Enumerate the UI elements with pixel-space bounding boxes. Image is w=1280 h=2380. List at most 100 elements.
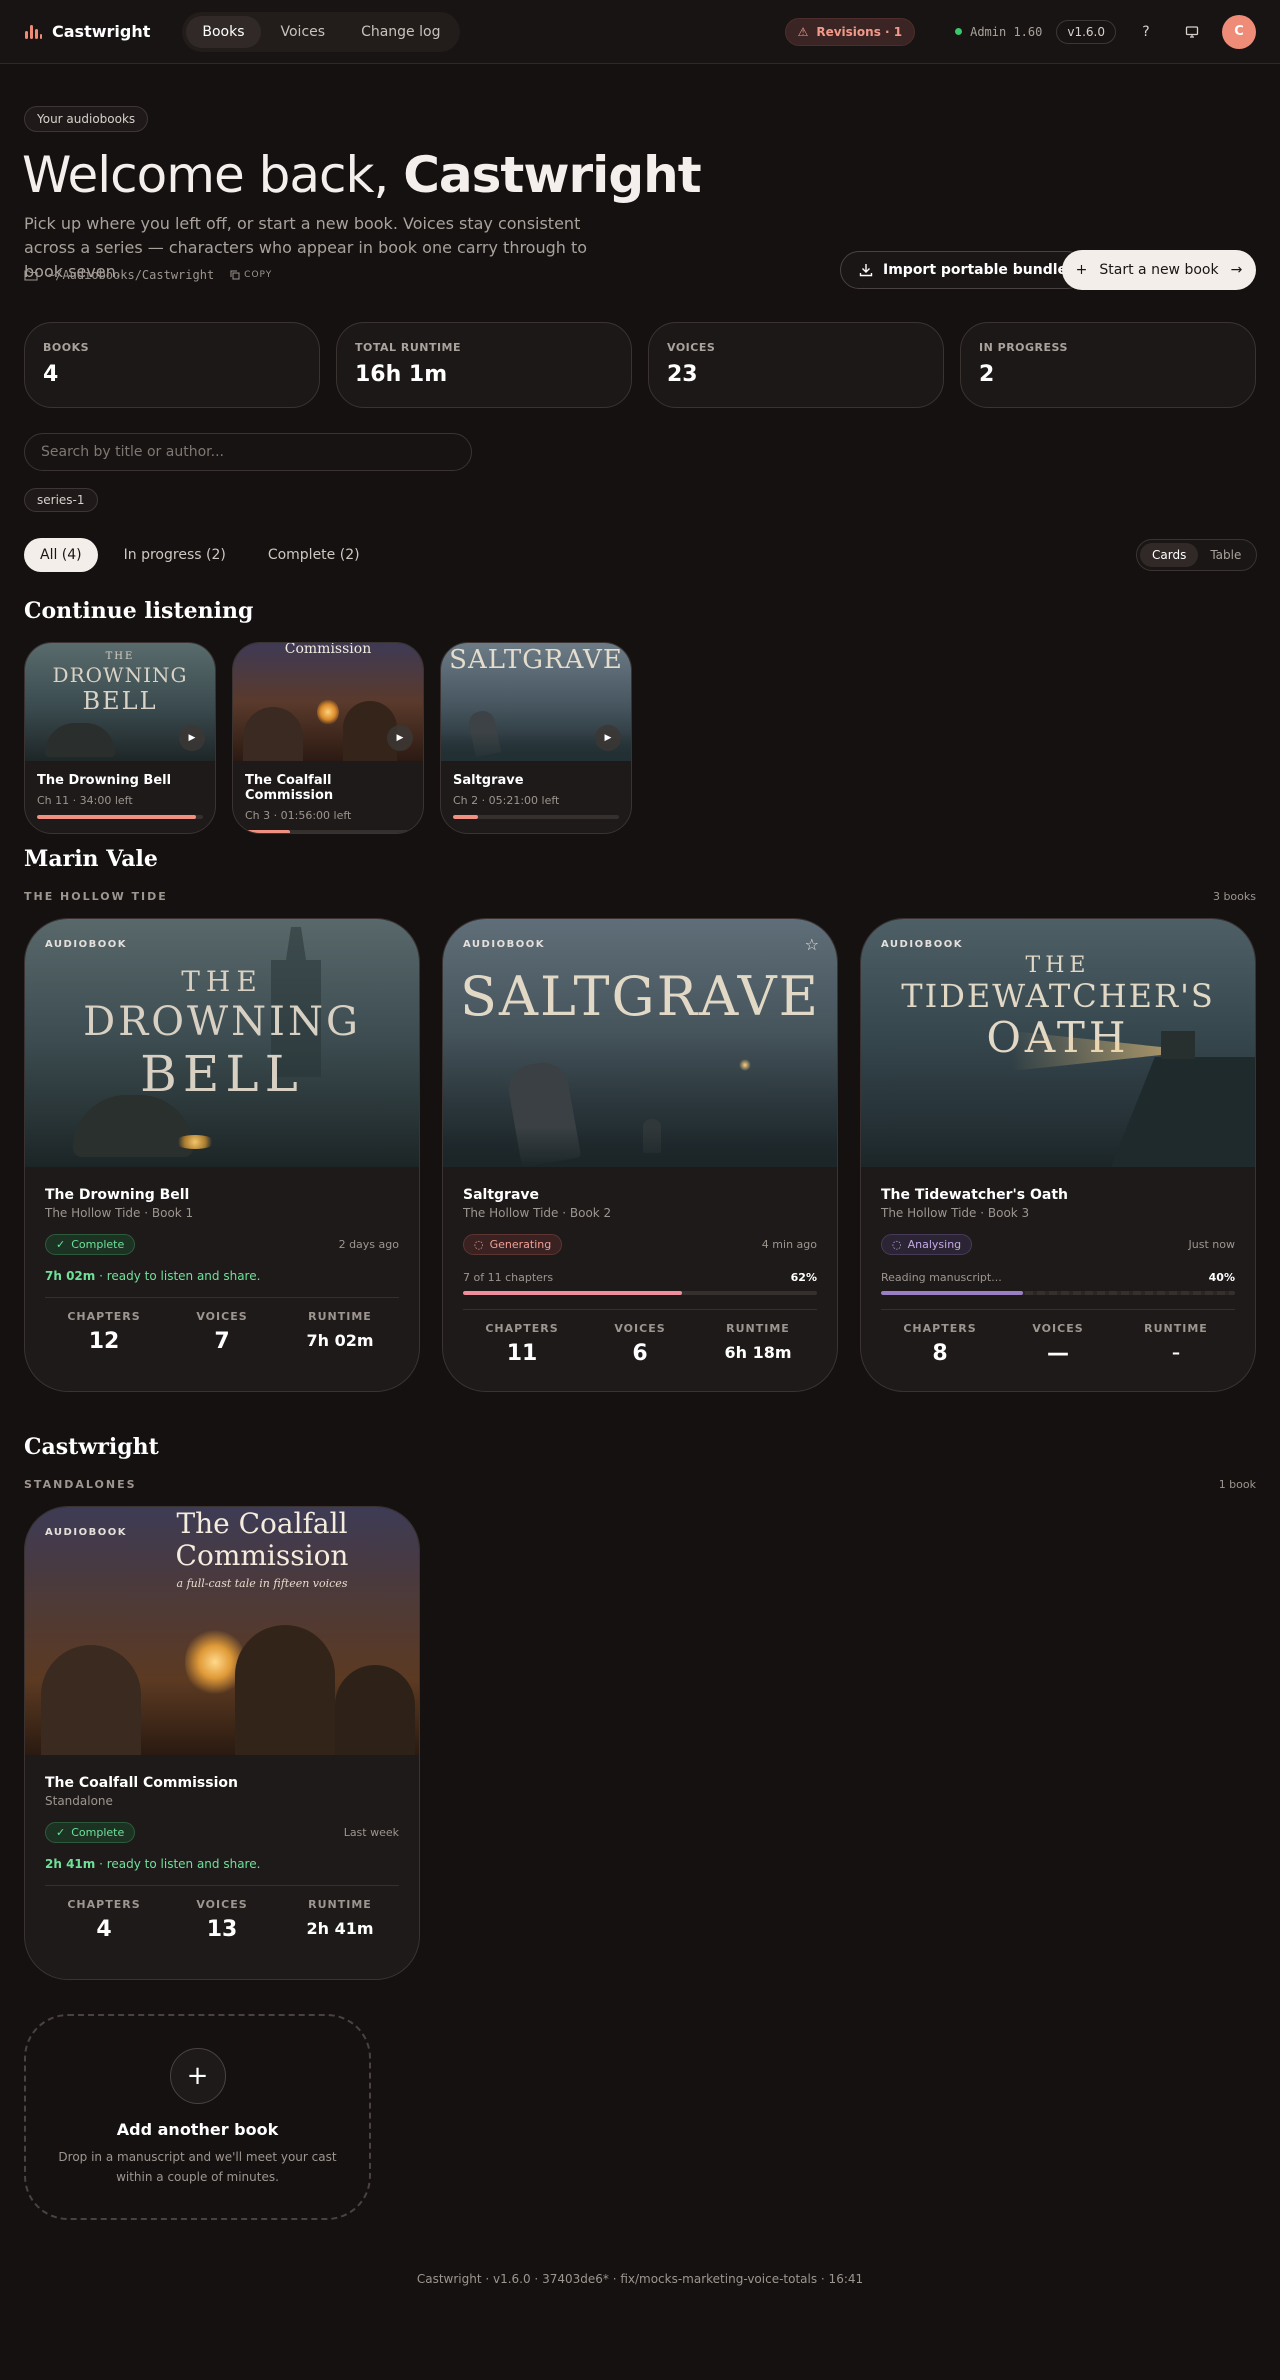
start-new-book-button[interactable]: + Start a new book → — [1062, 250, 1256, 290]
cover-title-line: SALTGRAVE — [460, 965, 820, 1028]
nav-change-log[interactable]: Change log — [345, 16, 456, 48]
figure-shape — [235, 1625, 335, 1755]
title-name: Castwright — [403, 146, 701, 204]
download-icon — [859, 264, 873, 277]
series-book-count: 1 book — [1218, 1478, 1256, 1491]
check-icon: ✓ — [56, 1826, 66, 1839]
view-table[interactable]: Table — [1198, 543, 1253, 567]
status-label: Complete — [71, 1826, 125, 1839]
nav-voices[interactable]: Voices — [265, 16, 342, 48]
add-another-book-card[interactable]: + Add another book Drop in a manuscript … — [24, 2014, 371, 2220]
series-heading: STANDALONES — [24, 1478, 137, 1491]
help-button[interactable]: ? — [1130, 16, 1162, 48]
metric-value: 6 — [632, 1341, 648, 1366]
cover-art: AUDIOBOOK ☆ SALTGRAVE — [443, 919, 837, 1167]
admin-status: Admin 1.60 — [955, 25, 1042, 39]
continue-title: The Coalfall Commission — [245, 773, 334, 803]
tag-chip-series[interactable]: series-1 — [24, 488, 98, 512]
ready-text: · ready to listen and share. — [95, 1857, 261, 1871]
library-path: ~/Audiobooks/Castwright COPY — [24, 268, 272, 282]
copy-path-button[interactable]: COPY — [230, 270, 272, 280]
filter-in-progress[interactable]: In progress (2) — [108, 538, 242, 572]
play-icon[interactable]: ▶ — [179, 725, 205, 751]
filter-all[interactable]: All (4) — [24, 538, 98, 572]
continue-subtitle: Ch 3 · 01:56:00 left — [245, 809, 352, 822]
metric-label: CHAPTERS — [485, 1322, 559, 1335]
start-label: Start a new book — [1099, 262, 1219, 278]
continue-subtitle: Ch 11 · 34:00 left — [37, 794, 133, 807]
stat-label: BOOKS — [43, 341, 90, 354]
brand[interactable]: Castwright — [24, 22, 150, 41]
revisions-badge[interactable]: ⚠ Revisions · 1 — [784, 17, 916, 46]
ready-message: 2h 41m · ready to listen and share. — [45, 1857, 399, 1871]
book-metrics: CHAPTERS 11 VOICES 6 RUNTIME 6h 18m — [463, 1322, 817, 1366]
figure-shape — [335, 1665, 415, 1755]
revisions-label: Revisions · 1 — [816, 24, 903, 39]
progress-fill — [245, 830, 290, 833]
cover-art: Commission ▶ — [233, 643, 423, 761]
bell-glow — [175, 1135, 215, 1149]
play-icon[interactable]: ▶ — [387, 725, 413, 751]
continue-card-drowning-bell[interactable]: THE DROWNING BELL ▶ The Drowning Bell Ch… — [24, 642, 216, 834]
continue-card-saltgrave[interactable]: SALTGRAVE ▶ Saltgrave Ch 2 · 05:21:00 le… — [440, 642, 632, 834]
display-button[interactable] — [1176, 16, 1208, 48]
play-icon[interactable]: ▶ — [595, 725, 621, 751]
bell-shape — [73, 1095, 193, 1157]
bell-shape — [45, 723, 115, 757]
continue-card-coalfall-commission[interactable]: Commission ▶ The Coalfall Commission Ch … — [232, 642, 424, 834]
copy-icon — [230, 270, 240, 280]
continue-title: The Drowning Bell — [37, 773, 172, 788]
analysis-progress-bar — [881, 1291, 1235, 1295]
metric-voices: VOICES 7 — [163, 1310, 281, 1354]
add-book-description: Drop in a manuscript and we'll meet your… — [58, 2150, 337, 2184]
book-card-saltgrave[interactable]: AUDIOBOOK ☆ SALTGRAVE Saltgrave The Holl… — [442, 918, 838, 1392]
metric-runtime: RUNTIME 6h 18m — [699, 1322, 817, 1366]
cover-art: AUDIOBOOK THE TIDEWATCHER'S OATH — [861, 919, 1255, 1167]
nav-books[interactable]: Books — [186, 15, 261, 48]
metric-value: 6h 18m — [724, 1343, 792, 1362]
status-badge: ✓ Complete — [45, 1234, 136, 1255]
listen-progress — [37, 815, 203, 819]
book-series-info: The Hollow Tide · Book 3 — [881, 1206, 1030, 1220]
progress-fill — [463, 1291, 683, 1295]
stat-in-progress: IN PROGRESS 2 — [960, 322, 1256, 408]
ready-text: · ready to listen and share. — [95, 1269, 261, 1283]
star-icon[interactable]: ☆ — [805, 935, 819, 954]
view-toggle: Cards Table — [1136, 539, 1258, 571]
continue-listening-heading: Continue listening — [24, 598, 254, 624]
progress-fill — [881, 1291, 1023, 1295]
stat-label: VOICES — [667, 341, 716, 354]
stat-value: 16h 1m — [355, 362, 448, 387]
search-input[interactable] — [24, 433, 472, 471]
divider — [463, 1309, 817, 1310]
import-bundle-button[interactable]: Import portable bundle — [840, 251, 1087, 289]
ready-message: 7h 02m · ready to listen and share. — [45, 1269, 399, 1283]
book-card-tidewatchers-oath[interactable]: AUDIOBOOK THE TIDEWATCHER'S OATH The Tid… — [860, 918, 1256, 1392]
plus-icon: + — [169, 2048, 226, 2104]
continue-title: Saltgrave — [453, 773, 524, 788]
format-tag: AUDIOBOOK — [881, 939, 963, 950]
status-label: Generating — [489, 1238, 552, 1251]
listen-progress — [245, 830, 411, 833]
view-cards[interactable]: Cards — [1140, 543, 1199, 567]
book-card-coalfall-commission[interactable]: AUDIOBOOK The Coalfall Commission a full… — [24, 1506, 420, 1980]
continue-subtitle: Ch 2 · 05:21:00 left — [453, 794, 560, 807]
book-series-info: The Hollow Tide · Book 2 — [463, 1206, 612, 1220]
format-tag: AUDIOBOOK — [463, 939, 545, 950]
metric-voices: VOICES 13 — [163, 1898, 281, 1942]
stat-label: IN PROGRESS — [979, 341, 1068, 354]
cover-art: AUDIOBOOK THE DROWNING BELL — [25, 919, 419, 1167]
filter-complete[interactable]: Complete (2) — [252, 538, 376, 572]
stat-total-runtime: TOTAL RUNTIME 16h 1m — [336, 322, 632, 408]
metric-label: RUNTIME — [726, 1322, 790, 1335]
metric-runtime: RUNTIME 7h 02m — [281, 1310, 399, 1354]
status-label: Complete — [71, 1238, 125, 1251]
page-title: Welcome back, Castwright — [22, 146, 702, 204]
avatar[interactable]: C — [1222, 14, 1256, 49]
cover-title-line: DROWNING — [52, 663, 188, 687]
cover-art: THE DROWNING BELL ▶ — [25, 643, 215, 761]
metric-chapters: CHAPTERS 4 — [45, 1898, 163, 1942]
book-card-drowning-bell[interactable]: AUDIOBOOK THE DROWNING BELL The Drowning… — [24, 918, 420, 1392]
metric-value: 8 — [932, 1341, 948, 1366]
metric-label: RUNTIME — [308, 1310, 372, 1323]
